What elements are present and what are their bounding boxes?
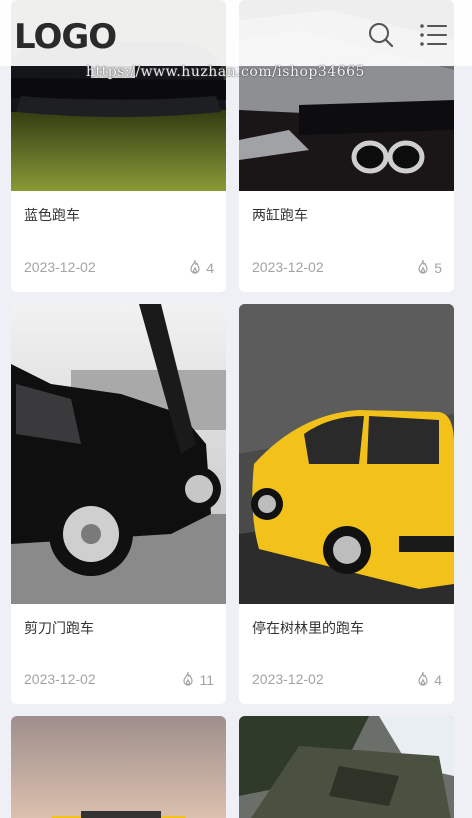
hot-count-value: 5 — [434, 259, 442, 276]
article-thumbnail[interactable] — [11, 716, 226, 818]
search-button[interactable] — [366, 20, 396, 50]
flame-icon — [183, 671, 194, 686]
hot-count: 11 — [180, 671, 214, 688]
hot-count: 4 — [415, 671, 442, 688]
hot-count-value: 4 — [206, 259, 214, 276]
hot-count-value: 11 — [199, 671, 214, 688]
flame-icon — [418, 671, 428, 686]
article-card[interactable] — [239, 716, 454, 818]
flame-icon — [418, 259, 428, 274]
article-thumbnail[interactable] — [239, 716, 454, 818]
hot-count: 4 — [187, 259, 214, 276]
list-menu-icon — [420, 24, 447, 46]
article-title[interactable]: 两缸跑车 — [252, 205, 308, 225]
menu-button[interactable] — [418, 20, 448, 50]
top-header: LOGO — [0, 0, 472, 66]
article-thumbnail[interactable] — [239, 304, 454, 604]
hot-count: 5 — [415, 259, 442, 276]
article-date: 2023-12-02 — [252, 259, 324, 275]
hot-count-value: 4 — [434, 671, 442, 688]
article-date: 2023-12-02 — [24, 259, 96, 275]
watermark-text: https://www.huzhan.com/ishop34665 — [86, 64, 365, 80]
article-date: 2023-12-02 — [252, 671, 324, 687]
article-card[interactable] — [11, 716, 226, 818]
article-date: 2023-12-02 — [24, 671, 96, 687]
article-title[interactable]: 剪刀门跑车 — [24, 618, 94, 638]
article-thumbnail[interactable] — [11, 304, 226, 604]
site-logo[interactable]: LOGO — [14, 18, 117, 56]
search-icon — [369, 23, 394, 48]
flame-icon — [190, 259, 200, 274]
article-title[interactable]: 停在树林里的跑车 — [252, 618, 364, 638]
article-card[interactable]: 停在树林里的跑车 2023-12-02 4 — [239, 304, 454, 704]
article-title[interactable]: 蓝色跑车 — [24, 205, 80, 225]
article-card[interactable]: 剪刀门跑车 2023-12-02 11 — [11, 304, 226, 704]
